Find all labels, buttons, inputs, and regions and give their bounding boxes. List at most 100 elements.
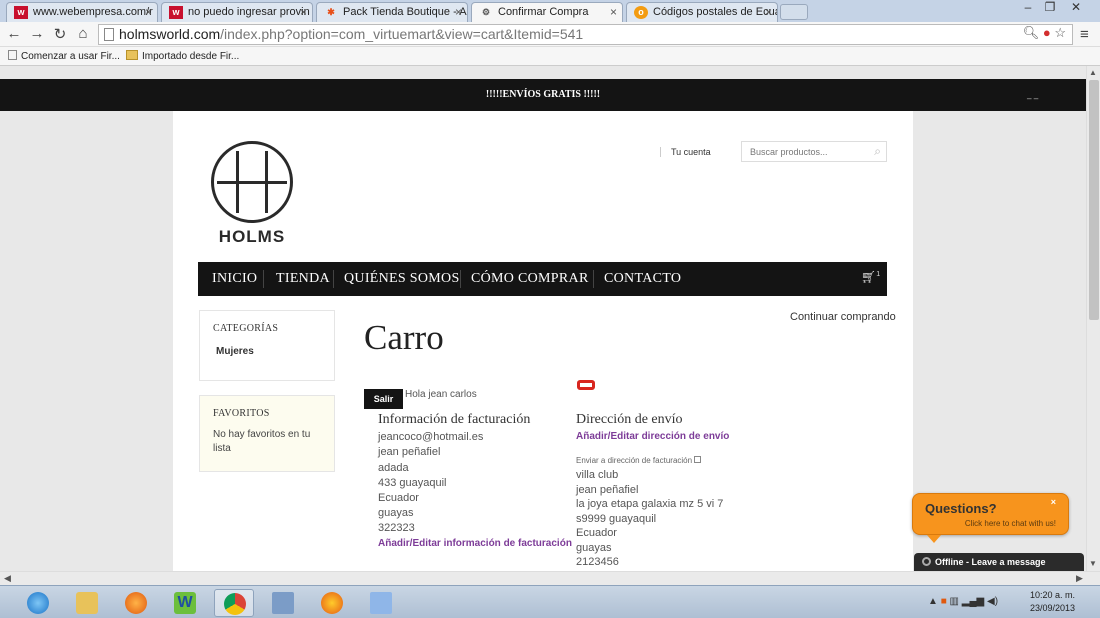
close-tab-icon[interactable]: × [765,5,772,19]
file-explorer-icon [76,592,98,614]
forward-icon[interactable]: → [27,25,47,42]
taskbar-explorer[interactable] [67,589,107,617]
close-tab-icon[interactable]: × [300,5,307,19]
continue-shopping-link[interactable]: Continuar comprando [790,311,896,323]
taskbar-media[interactable] [116,589,156,617]
same-as-billing-option: Enviar a dirección de facturación [576,456,702,465]
scroll-right-icon[interactable]: ▶ [1076,573,1083,584]
browser-menu-icon[interactable]: ≡ [1080,26,1089,43]
url-path: /index.php?option=com_virtuemart&view=ca… [220,26,584,42]
browser-tab-5[interactable]: o Códigos postales de Ecua × [626,2,778,22]
promo-banner: !!!!!ENVÍOS GRATIS !!!!! _ _ [0,79,1086,111]
search-icon[interactable]: ⌕ [874,144,881,159]
horizontal-scrollbar[interactable]: ◀ ▶ [0,571,1100,585]
firefox-icon [321,592,343,614]
favorites-box: FAVORITOS No hay favoritos en tu lista [199,395,335,472]
scrollbar-thumb[interactable] [1089,80,1099,320]
scroll-left-icon[interactable]: ◀ [4,573,11,584]
same-as-billing-checkbox[interactable] [694,456,702,463]
nav-divider [460,270,461,288]
bookmark-folder[interactable]: Importado desde Fir... [126,50,239,62]
cart-button[interactable]: 🛒︎1 [861,270,880,284]
product-search-input[interactable]: Buscar productos... ⌕ [741,141,887,162]
billing-line: jeancoco@hotmail.es [378,431,484,443]
browser-tab-1[interactable]: w www.webempresa.com/r × [6,2,158,22]
chat-close-icon[interactable]: × [1051,497,1056,507]
logout-button[interactable]: Salir [364,389,403,409]
browser-tab-3[interactable]: ✱ Pack Tienda Boutique - A × [316,2,468,22]
logo-bar [217,181,287,184]
tray-app-icon[interactable]: ■ [941,596,947,607]
category-item-mujeres[interactable]: Mujeres [216,346,334,357]
edit-shipping-link[interactable]: Añadir/Editar dirección de envío [576,431,729,442]
scroll-up-icon[interactable]: ▲ [1089,68,1097,77]
taskbar-chrome[interactable] [214,589,254,617]
bookmark-star-icon[interactable]: ☆ [1054,25,1066,40]
shipping-line: la joya etapa galaxia mz 5 vi 7 [576,498,724,510]
account-link[interactable]: Tu cuenta [660,147,711,157]
bookmark-item[interactable]: Comenzar a usar Fir... [8,50,120,62]
scroll-down-icon[interactable]: ▼ [1089,559,1097,568]
chrome-icon [224,593,246,615]
bookmarks-bar: Comenzar a usar Fir... Importado desde F… [0,47,1100,66]
browser-tab-2[interactable]: w no puedo ingresar provin × [161,2,313,22]
holms-logo[interactable]: HOLMS [211,141,293,249]
billing-heading: Información de facturación [378,412,531,427]
back-icon[interactable]: ← [4,25,24,42]
minimize-window-icon[interactable]: – [1018,0,1038,14]
tray-volume-icon[interactable]: ◀) [987,596,998,607]
nav-divider [263,270,264,288]
network-app-icon [272,592,294,614]
shipping-line: guayas [576,542,612,554]
taskbar-firefox[interactable] [312,589,352,617]
nav-item-tienda[interactable]: TIENDA [276,262,330,296]
shipping-line: jean peñafiel [576,484,639,496]
edit-billing-link[interactable]: Añadir/Editar información de facturación [378,538,572,549]
nav-item-como-comprar[interactable]: CÓMO COMPRAR [471,262,589,296]
system-tray: ▲ ■ ▥ ▂▄▆ ◀) [928,596,998,607]
close-window-icon[interactable]: ✕ [1066,0,1086,14]
extension-icon[interactable]: ● [1043,25,1051,40]
nav-item-contacto[interactable]: CONTACTO [604,262,681,296]
new-tab-button[interactable] [780,4,808,20]
browser-tab-4-active[interactable]: ⚙ Confirmar Compra × [471,2,623,22]
omnibox-actions: 🔍︎ ● ☆ [1023,25,1066,41]
webempresa-favicon-icon: w [14,6,28,19]
tab-label: no puedo ingresar provin [188,6,310,18]
taskbar-clock[interactable]: 10:20 a. m. 23/09/2013 [1030,589,1075,615]
taskbar-webmatrix[interactable]: W [165,589,205,617]
billing-line: guayas [378,507,414,519]
taskbar-editor[interactable] [361,589,401,617]
browser-toolbar: ← → ↻ ⌂ holmsworld.com/index.php?option=… [0,22,1100,47]
tray-expand-icon[interactable]: ▲ [928,596,938,607]
cart-icon: 🛒︎ [861,270,877,284]
folder-icon [126,50,138,60]
search-zoom-icon[interactable]: 🔍︎ [1023,25,1040,40]
chat-status-bar[interactable]: Offline - Leave a message [914,553,1084,571]
nav-divider [593,270,594,288]
same-as-billing-label: Enviar a dirección de facturación [576,456,693,465]
home-icon[interactable]: ⌂ [73,25,93,42]
taskbar-ie[interactable] [18,589,58,617]
billing-line: jean peñafiel [378,446,441,458]
vertical-scrollbar[interactable]: ▲ ▼ [1086,66,1100,571]
bookmark-label: Importado desde Fir... [142,51,240,62]
shipping-line: s9999 guayaquil [576,513,657,525]
chat-invite-bubble[interactable]: Questions? Click here to chat with us! × [912,493,1069,543]
close-tab-icon[interactable]: × [145,5,152,19]
gear-favicon-icon: ⚙ [481,7,491,17]
nav-item-inicio[interactable]: INICIO [212,262,257,296]
tray-signal-icon[interactable]: ▂▄▆ [962,596,984,607]
tray-network-icon[interactable]: ▥ [950,596,959,607]
close-tab-icon[interactable]: × [455,5,462,19]
address-bar[interactable]: holmsworld.com/index.php?option=com_virt… [98,24,1073,45]
reload-icon[interactable]: ↻ [50,25,70,43]
restore-window-icon[interactable]: ❐ [1040,0,1060,14]
close-tab-icon[interactable]: × [610,5,617,19]
nav-item-quienes-somos[interactable]: QUIÉNES SOMOS [344,262,460,296]
taskbar-network[interactable] [263,589,303,617]
red-login-icon[interactable] [577,380,595,390]
clock-time: 10:20 a. m. [1030,590,1076,600]
tab-label: Códigos postales de Ecua [653,6,778,18]
billing-line: adada [378,462,409,474]
